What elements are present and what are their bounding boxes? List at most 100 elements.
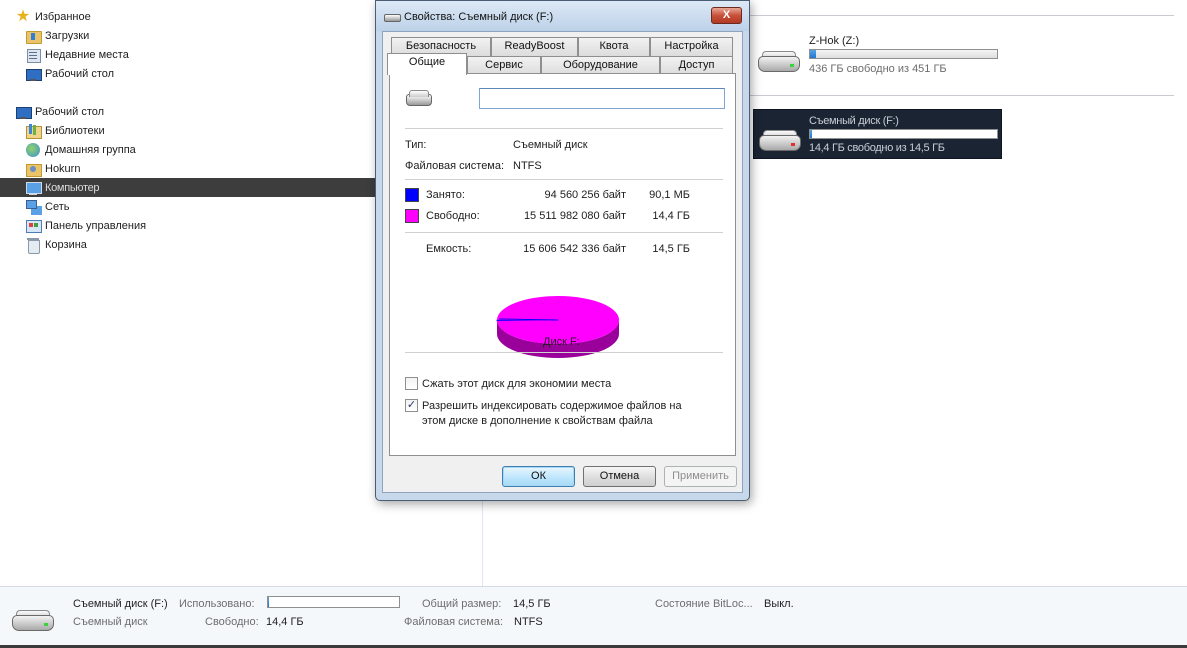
general-tab-panel: Тип: Съемный диск Файловая система: NTFS… bbox=[389, 73, 736, 456]
details-total-label: Общий размер: bbox=[422, 598, 502, 610]
capacity-bytes: 15 606 542 336 байт bbox=[523, 243, 626, 255]
drive-free-text: 436 ГБ свободно из 451 ГБ bbox=[809, 63, 947, 75]
index-label-line1: Разрешить индексировать содержимое файло… bbox=[422, 400, 682, 412]
details-total-value: 14,5 ГБ bbox=[513, 598, 551, 610]
used-bytes: 94 560 256 байт bbox=[544, 189, 626, 201]
details-fs-value: NTFS bbox=[514, 616, 543, 628]
used-color-swatch bbox=[405, 188, 419, 202]
removable-drive-icon bbox=[10, 607, 58, 635]
nav-item-homegroup[interactable]: Домашняя группа bbox=[25, 140, 136, 159]
drive-usage-fill bbox=[810, 50, 816, 58]
drive-usage-bar bbox=[809, 49, 998, 59]
tab-quota[interactable]: Квота bbox=[578, 37, 650, 56]
type-value: Съемный диск bbox=[513, 139, 588, 151]
nav-favorites[interactable]: ★ Избранное bbox=[15, 7, 91, 26]
drive-usage-bar bbox=[809, 129, 998, 139]
drive-title: Z-Hok (Z:) bbox=[809, 35, 860, 47]
nav-item-control-panel[interactable]: Панель управления bbox=[25, 216, 146, 235]
nav-item-desktop-fav[interactable]: Рабочий стол bbox=[25, 64, 114, 83]
close-button[interactable]: X bbox=[711, 7, 742, 24]
compress-checkbox[interactable] bbox=[405, 377, 418, 390]
libraries-icon bbox=[25, 123, 42, 139]
nav-desktop-label: Рабочий стол bbox=[35, 105, 105, 118]
free-color-swatch bbox=[405, 209, 419, 223]
nav-item-downloads[interactable]: Загрузки bbox=[25, 26, 89, 45]
removable-drive-icon bbox=[406, 90, 432, 106]
tab-customize[interactable]: Настройка bbox=[650, 37, 733, 56]
network-icon bbox=[25, 199, 41, 215]
dialog-body: Безопасность ReadyBoost Квота Настройка … bbox=[382, 31, 743, 493]
nav-item-label: Загрузки bbox=[45, 29, 90, 42]
properties-dialog: Свойства: Съемный диск (F:) X Безопаснос… bbox=[375, 0, 750, 501]
recycle-bin-icon bbox=[25, 237, 41, 254]
nav-item-recent-places[interactable]: Недавние места bbox=[25, 45, 129, 64]
nav-item-label: Компьютер bbox=[45, 181, 100, 194]
type-label: Тип: bbox=[405, 139, 427, 151]
details-name: Съемный диск (F:) bbox=[73, 598, 168, 610]
index-checkbox[interactable]: ✓ bbox=[405, 399, 418, 412]
nav-item-label: Недавние места bbox=[45, 48, 129, 61]
downloads-folder-icon bbox=[25, 28, 42, 44]
volume-name-input[interactable] bbox=[479, 88, 725, 109]
group-separator bbox=[750, 15, 1174, 16]
divider bbox=[405, 128, 723, 129]
control-panel-icon bbox=[25, 218, 42, 234]
drive-title: Съемный диск (F:) bbox=[809, 115, 899, 127]
star-icon: ★ bbox=[15, 7, 31, 25]
nav-favorites-label: Избранное bbox=[35, 10, 91, 23]
nav-item-label: Корзина bbox=[45, 238, 87, 251]
capacity-size: 14,5 ГБ bbox=[652, 243, 690, 255]
used-size: 90,1 МБ bbox=[649, 189, 690, 201]
ok-button[interactable]: ОК bbox=[502, 466, 575, 487]
details-pane: Съемный диск (F:) Съемный диск Использов… bbox=[0, 586, 1187, 648]
homegroup-icon bbox=[25, 142, 41, 158]
details-fs-label: Файловая система: bbox=[404, 616, 504, 628]
compress-label: Сжать этот диск для экономии места bbox=[422, 378, 612, 390]
removable-drive-icon bbox=[384, 12, 401, 22]
desktop-icon bbox=[25, 66, 42, 82]
divider bbox=[405, 232, 723, 233]
free-label: Свободно: bbox=[426, 210, 480, 222]
nav-item-label: Панель управления bbox=[45, 219, 147, 232]
nav-item-libraries[interactable]: Библиотеки bbox=[25, 121, 105, 140]
used-label: Занято: bbox=[426, 189, 465, 201]
nav-item-label: Hokurn bbox=[45, 162, 81, 175]
drive-free-text: 14,4 ГБ свободно из 14,5 ГБ bbox=[809, 142, 945, 154]
details-bitlocker-value: Выкл. bbox=[764, 598, 794, 610]
nav-item-network[interactable]: Сеть bbox=[25, 197, 69, 216]
nav-item-recycle-bin[interactable]: Корзина bbox=[25, 235, 87, 254]
user-folder-icon bbox=[25, 161, 42, 177]
details-type: Съемный диск bbox=[73, 616, 148, 628]
tab-readyboost[interactable]: ReadyBoost bbox=[491, 37, 578, 56]
nav-item-label: Сеть bbox=[45, 200, 70, 213]
removable-drive-icon bbox=[757, 127, 805, 155]
recent-places-icon bbox=[25, 47, 41, 63]
capacity-label: Емкость: bbox=[426, 243, 472, 255]
filesystem-value: NTFS bbox=[513, 160, 542, 172]
divider bbox=[405, 179, 723, 180]
tab-general[interactable]: Общие bbox=[387, 53, 467, 75]
cancel-button[interactable]: Отмена bbox=[583, 466, 656, 487]
details-free-value: 14,4 ГБ bbox=[266, 616, 304, 628]
dialog-title: Свойства: Съемный диск (F:) bbox=[404, 11, 554, 23]
free-bytes: 15 511 982 080 байт bbox=[523, 210, 626, 222]
apply-button[interactable]: Применить bbox=[664, 466, 737, 487]
computer-icon bbox=[25, 180, 42, 196]
divider bbox=[405, 352, 723, 353]
drive-tile-f[interactable]: Съемный диск (F:) 14,4 ГБ свободно из 14… bbox=[753, 109, 1002, 159]
hard-drive-icon bbox=[756, 48, 804, 76]
disk-label: Диск F: bbox=[543, 336, 580, 348]
details-used-label: Использовано: bbox=[179, 598, 255, 610]
nav-item-label: Библиотеки bbox=[45, 124, 105, 137]
dialog-titlebar[interactable]: Свойства: Съемный диск (F:) X bbox=[376, 1, 749, 31]
desktop-icon bbox=[15, 104, 32, 120]
nav-item-user[interactable]: Hokurn bbox=[25, 159, 80, 178]
nav-desktop[interactable]: Рабочий стол bbox=[15, 102, 104, 121]
drive-usage-fill bbox=[810, 130, 812, 138]
group-separator bbox=[750, 95, 1174, 96]
details-free-label: Свободно: bbox=[205, 616, 259, 628]
nav-item-label: Рабочий стол bbox=[45, 67, 115, 80]
index-label-line2: этом диске в дополнение к свойствам файл… bbox=[422, 415, 653, 427]
details-usage-fill bbox=[268, 597, 270, 607]
details-usage-bar bbox=[267, 596, 400, 608]
